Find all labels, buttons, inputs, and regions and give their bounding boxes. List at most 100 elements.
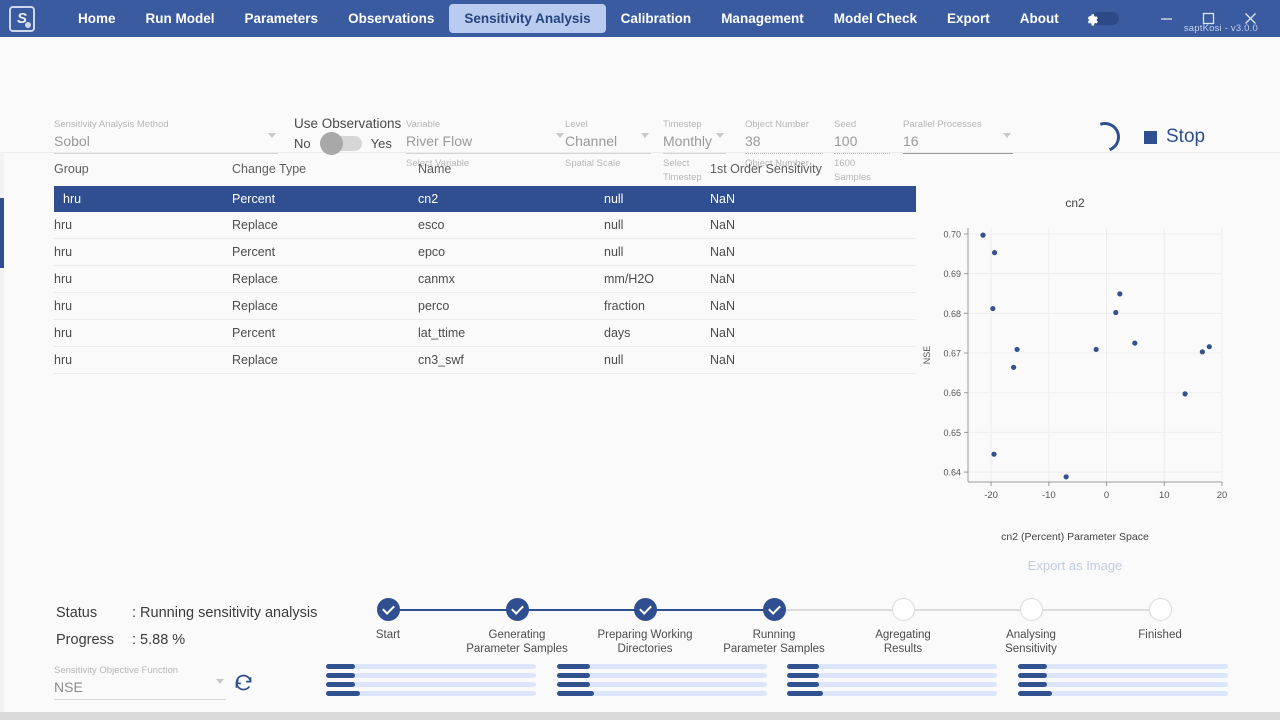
- chevron-down-icon: [268, 133, 276, 138]
- column-header-first-order-sensitivity[interactable]: 1st Order Sensitivity: [710, 162, 916, 186]
- left-scrollbar[interactable]: [0, 153, 4, 720]
- table-header-row: Group Change Type Name 1st Order Sensiti…: [54, 162, 916, 186]
- worker-progress-bar: [1018, 673, 1228, 678]
- worker-progress-bar: [787, 664, 997, 669]
- worker-progress-bars: [326, 664, 1228, 704]
- worker-progress-bar: [1018, 682, 1228, 687]
- app-window: S Home Run Model Parameters Observations…: [0, 0, 1280, 720]
- cell-group: hru: [54, 293, 232, 320]
- objective-function-select[interactable]: Sensitivity Objective Function NSE: [54, 665, 226, 700]
- seed-label: Seed: [834, 119, 890, 131]
- cell-name: cn3_swf: [418, 347, 604, 374]
- worker-progress-bar: [557, 682, 767, 687]
- cell-group: hru: [54, 266, 232, 293]
- level-value: Channel: [565, 131, 651, 151]
- use-observations-no-label: No: [294, 136, 311, 151]
- use-observations-group: Use Observations No Yes: [294, 115, 401, 151]
- cell-sensitivity: NaN: [710, 293, 916, 320]
- cell-group: hru: [54, 320, 232, 347]
- nav-item-observations[interactable]: Observations: [333, 4, 449, 33]
- svg-text:0.70: 0.70: [943, 229, 961, 239]
- sensitivity-scatter-chart: cn2 0.640.650.660.670.680.690.70-20-1001…: [920, 196, 1230, 536]
- svg-text:NSE: NSE: [922, 346, 932, 365]
- cell-change-type: Percent: [232, 186, 418, 212]
- nav-item-run-model[interactable]: Run Model: [131, 4, 230, 33]
- theme-toggle[interactable]: [1083, 10, 1119, 27]
- column-header-name[interactable]: Name: [418, 162, 604, 186]
- step-generating-parameter-samples[interactable]: GeneratingParameter Samples: [452, 598, 582, 656]
- table-body: hru Percent cn2 null NaN hru Replace esc…: [54, 186, 916, 374]
- svg-text:20: 20: [1217, 490, 1228, 501]
- step-check-icon: [763, 598, 786, 621]
- cell-name: lat_ttime: [418, 320, 604, 347]
- controls-strip: Sensitivity Analysis Method Sobol Use Ob…: [0, 37, 1280, 153]
- progress-stepper: Start GeneratingParameter Samples Prepar…: [330, 598, 1230, 654]
- table-row[interactable]: hru Replace cn3_swf null NaN: [54, 347, 916, 374]
- nav-item-management[interactable]: Management: [706, 4, 819, 33]
- column-header-group[interactable]: Group: [54, 162, 232, 186]
- variable-value: River Flow: [406, 131, 566, 151]
- use-observations-toggle[interactable]: [320, 136, 362, 151]
- worker-progress-bar: [326, 682, 536, 687]
- step-check-icon: [634, 598, 657, 621]
- nav-item-sensitivity-analysis[interactable]: Sensitivity Analysis: [449, 4, 605, 33]
- step-label: AgregatingResults: [838, 628, 968, 656]
- parallel-processes-label: Parallel Processes: [903, 119, 1013, 131]
- chart-xlabel: cn2 (Percent) Parameter Space: [920, 531, 1230, 543]
- step-preparing-working-directories[interactable]: Preparing WorkingDirectories: [580, 598, 710, 656]
- cell-unit: null: [604, 239, 710, 266]
- cell-name: epco: [418, 239, 604, 266]
- nav-item-calibration[interactable]: Calibration: [606, 4, 707, 33]
- table-row[interactable]: hru Percent epco null NaN: [54, 239, 916, 266]
- stop-button[interactable]: Stop: [1144, 126, 1205, 148]
- svg-text:-20: -20: [984, 490, 998, 501]
- step-check-icon: [377, 598, 400, 621]
- step-start[interactable]: Start: [323, 598, 453, 642]
- nav-item-about[interactable]: About: [1005, 4, 1074, 33]
- app-logo-letter: S: [17, 10, 27, 27]
- progress-value: : 5.88 %: [132, 627, 185, 654]
- cell-sensitivity: NaN: [710, 266, 916, 293]
- table-row[interactable]: hru Replace canmx mm/H2O NaN: [54, 266, 916, 293]
- parallel-processes-value: 16: [903, 131, 1013, 151]
- nav-item-parameters[interactable]: Parameters: [230, 4, 334, 33]
- table-row[interactable]: hru Percent cn2 null NaN: [54, 186, 916, 212]
- nav-item-export[interactable]: Export: [932, 4, 1005, 33]
- export-as-image-button[interactable]: Export as Image: [920, 558, 1230, 573]
- title-bar: S Home Run Model Parameters Observations…: [0, 0, 1280, 37]
- worker-bar-group: [557, 664, 767, 704]
- step-agregating-results[interactable]: AgregatingResults: [838, 598, 968, 656]
- step-label: Start: [323, 628, 453, 642]
- table-row[interactable]: hru Replace perco fraction NaN: [54, 293, 916, 320]
- table-row[interactable]: hru Percent lat_ttime days NaN: [54, 320, 916, 347]
- svg-text:0.68: 0.68: [943, 309, 961, 319]
- step-label: GeneratingParameter Samples: [452, 628, 582, 656]
- worker-progress-bar: [326, 673, 536, 678]
- table-row[interactable]: hru Replace esco null NaN: [54, 212, 916, 239]
- nav-item-model-check[interactable]: Model Check: [819, 4, 932, 33]
- cell-group: hru: [54, 186, 232, 212]
- cell-change-type: Percent: [232, 320, 418, 347]
- minimize-button[interactable]: [1145, 0, 1187, 37]
- worker-progress-bar: [326, 664, 536, 669]
- svg-text:0.65: 0.65: [943, 428, 961, 438]
- parallel-processes-select[interactable]: Parallel Processes 16: [903, 119, 1013, 154]
- step-running-parameter-samples[interactable]: RunningParameter Samples: [709, 598, 839, 656]
- column-header-change-type[interactable]: Change Type: [232, 162, 418, 186]
- cell-group: hru: [54, 239, 232, 266]
- method-select[interactable]: Sensitivity Analysis Method Sobol: [54, 119, 278, 154]
- nav-item-home[interactable]: Home: [63, 4, 131, 33]
- step-analysing-sensitivity[interactable]: AnalysingSensitivity: [966, 598, 1096, 656]
- cell-sensitivity: NaN: [710, 347, 916, 374]
- worker-progress-bar: [1018, 691, 1228, 696]
- cell-change-type: Replace: [232, 293, 418, 320]
- object-number-label: Object Number: [745, 119, 823, 131]
- cell-unit: null: [604, 212, 710, 239]
- column-header-unit[interactable]: [604, 162, 710, 186]
- step-finished[interactable]: Finished: [1095, 598, 1225, 642]
- seed-value: 100: [834, 131, 890, 151]
- progress-row: Progress : 5.88 %: [56, 627, 317, 654]
- refresh-icon[interactable]: [233, 672, 254, 693]
- object-number-value: 38: [745, 131, 823, 151]
- worker-bar-group: [326, 664, 536, 704]
